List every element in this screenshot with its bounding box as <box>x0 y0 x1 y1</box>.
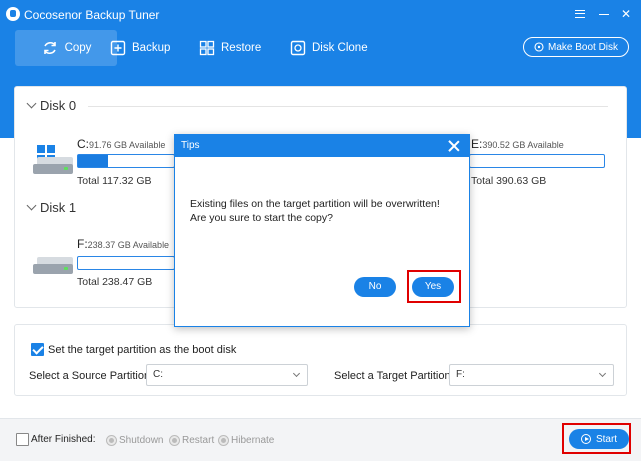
target-partition-value: F: <box>456 369 465 380</box>
tab-disk-clone[interactable]: Disk Clone <box>290 30 368 66</box>
chevron-down-icon <box>292 369 301 378</box>
disk-1-label: Disk 1 <box>40 200 77 215</box>
partition-e-usage-bar[interactable] <box>469 154 605 168</box>
partition-c[interactable]: C:91.76 GB Available <box>77 137 165 151</box>
drive-icon <box>33 264 73 274</box>
shutdown-radio[interactable] <box>106 435 117 446</box>
hibernate-radio[interactable] <box>218 435 229 446</box>
partition-c-total: Total 117.32 GB <box>77 175 152 187</box>
restore-icon <box>199 40 215 56</box>
bottom-bar <box>0 418 641 461</box>
close-icon[interactable] <box>447 139 461 153</box>
no-button[interactable]: No <box>354 277 396 297</box>
app-title: Cocosenor Backup Tuner <box>24 8 160 22</box>
after-finished-label: After Finished: <box>31 434 96 445</box>
start-button-highlight <box>562 423 631 454</box>
disk-clone-icon <box>290 40 306 56</box>
toolbar: Copy Backup Restore Disk Clone Make Boot… <box>0 30 641 66</box>
restart-label: Restart <box>182 435 215 446</box>
disk-0-header[interactable]: Disk 0 <box>26 98 77 113</box>
dialog-message-line-2: Are you sure to start the copy? <box>190 212 333 224</box>
hibernate-label: Hibernate <box>231 435 275 446</box>
partition-e[interactable]: E:390.52 GB Available <box>471 137 564 151</box>
shutdown-label: Shutdown <box>119 435 164 446</box>
minimize-icon[interactable] <box>596 6 612 22</box>
make-boot-disk-button[interactable]: Make Boot Disk <box>523 37 629 57</box>
tab-restore-label: Restore <box>221 42 262 54</box>
title-bar: Cocosenor Backup Tuner ✕ <box>0 0 641 30</box>
divider <box>88 106 608 107</box>
partition-e-letter: E: <box>471 137 483 151</box>
boot-disk-checkbox-label: Set the target partition as the boot dis… <box>48 344 237 356</box>
disk-0-label: Disk 0 <box>40 98 77 113</box>
boot-disk-checkbox[interactable] <box>31 343 44 356</box>
target-partition-select[interactable]: F: <box>449 364 614 386</box>
tab-backup-label: Backup <box>132 42 171 54</box>
restart-radio[interactable] <box>169 435 180 446</box>
boot-disk-icon <box>534 42 544 52</box>
partition-c-usage-fill <box>78 155 108 167</box>
yes-button-highlight <box>407 270 461 303</box>
tab-disk-clone-label: Disk Clone <box>312 42 368 54</box>
source-partition-select[interactable]: C: <box>146 364 308 386</box>
partition-c-letter: C: <box>77 137 89 151</box>
dialog-title: Tips <box>181 140 200 151</box>
source-partition-value: C: <box>153 369 163 380</box>
tab-backup[interactable]: Backup <box>110 30 170 66</box>
partition-f-letter: F: <box>77 237 88 251</box>
partition-f-total: Total 238.47 GB <box>77 276 153 288</box>
make-boot-disk-label: Make Boot Disk <box>547 41 619 53</box>
source-partition-label: Select a Source Partition: <box>29 370 154 382</box>
backup-icon <box>110 40 126 56</box>
tab-restore[interactable]: Restore <box>199 30 261 66</box>
partition-e-available: 390.52 GB Available <box>482 140 564 150</box>
disk-1-header[interactable]: Disk 1 <box>26 200 77 215</box>
app-logo-icon <box>6 7 20 21</box>
close-window-icon[interactable]: ✕ <box>618 6 634 22</box>
tab-copy-label: Copy <box>64 42 92 54</box>
chevron-down-icon <box>598 369 607 378</box>
copy-icon <box>43 41 56 55</box>
partition-c-usage-bar[interactable] <box>77 154 175 168</box>
chevron-down-icon <box>26 200 37 211</box>
menu-icon[interactable] <box>572 6 588 22</box>
partition-c-available: 91.76 GB Available <box>89 140 166 150</box>
dialog-message-line-1: Existing files on the target partition w… <box>190 198 440 210</box>
after-finished-checkbox[interactable] <box>16 433 29 446</box>
tips-dialog: Tips Existing files on the target partit… <box>174 134 470 327</box>
partition-f-usage-bar[interactable] <box>77 256 175 270</box>
tab-copy[interactable]: Copy <box>15 30 117 66</box>
partition-f-available: 238.37 GB Available <box>87 240 170 250</box>
chevron-down-icon <box>26 98 37 109</box>
target-partition-label: Select a Target Partition: <box>334 370 454 382</box>
partition-f[interactable]: F:238.37 GB Available <box>77 237 169 251</box>
drive-icon <box>33 164 73 174</box>
partition-e-total: Total 390.63 GB <box>471 175 547 187</box>
dialog-title-bar: Tips <box>175 135 469 157</box>
